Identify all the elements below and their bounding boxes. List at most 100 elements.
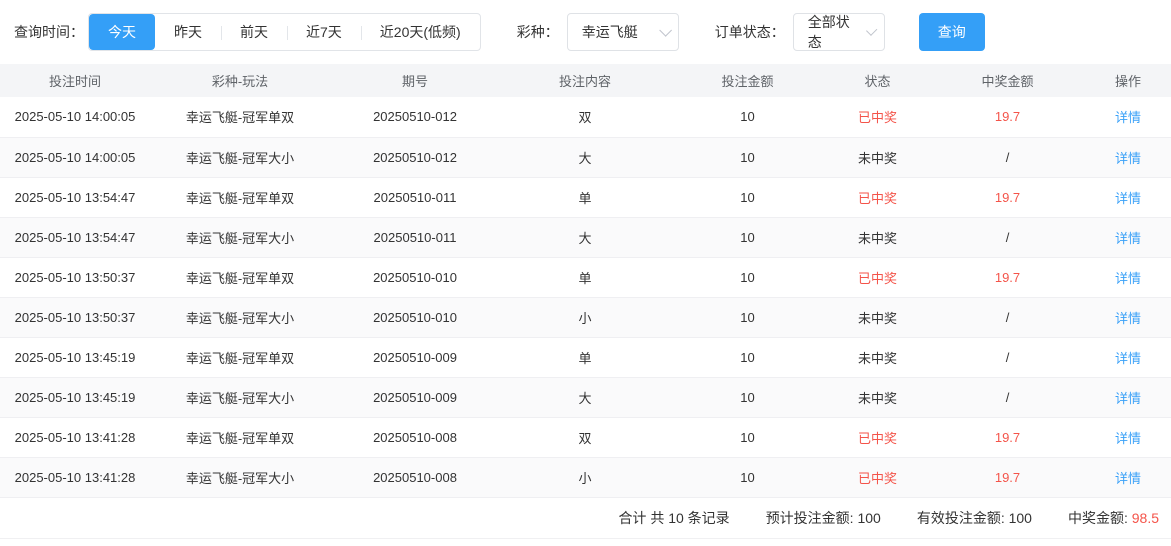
cell-bet-content: 单 xyxy=(500,257,670,298)
cell-status: 未中奖 xyxy=(825,297,930,338)
cell-bet-time: 2025-05-10 13:41:28 xyxy=(0,457,150,498)
detail-link[interactable]: 详情 xyxy=(1115,231,1141,246)
cell-status: 未中奖 xyxy=(825,377,930,418)
cell-status: 已中奖 xyxy=(825,177,930,218)
cell-issue-number: 20250510-009 xyxy=(330,337,500,378)
cell-bet-time: 2025-05-10 13:50:37 xyxy=(0,257,150,298)
table-row: 2025-05-10 13:50:37 幸运飞艇-冠军大小 20250510-010… xyxy=(0,297,1171,338)
table-row: 2025-05-10 14:00:05 幸运飞艇-冠军单双 20250510-012… xyxy=(0,97,1171,138)
expected-bet-label: 预计投注金额: xyxy=(765,509,854,526)
cell-lottery-play: 幸运飞艇-冠军大小 xyxy=(150,457,330,498)
cell-bet-time: 2025-05-10 13:54:47 xyxy=(0,177,150,218)
column-header: 彩种-玩法 xyxy=(150,64,330,97)
chevron-down-icon xyxy=(866,24,878,36)
time-filter-option[interactable]: 前天 xyxy=(221,14,287,50)
cell-status: 已中奖 xyxy=(825,257,930,298)
cell-action: 详情 xyxy=(1085,297,1171,338)
detail-link[interactable]: 详情 xyxy=(1115,391,1141,406)
cell-prize-amount: / xyxy=(930,377,1085,418)
cell-lottery-play: 幸运飞艇-冠军大小 xyxy=(150,377,330,418)
table-row: 2025-05-10 13:45:19 幸运飞艇-冠军单双 20250510-009… xyxy=(0,337,1171,378)
column-header: 投注金额 xyxy=(670,64,825,97)
cell-bet-amount: 10 xyxy=(670,377,825,418)
lottery-type-select[interactable]: 幸运飞艇 xyxy=(566,13,679,51)
column-header: 操作 xyxy=(1085,64,1171,97)
valid-bet-amount: 有效投注金额: 100 xyxy=(917,508,1032,528)
lottery-type-label: 彩种： xyxy=(516,24,559,40)
column-header: 中奖金额 xyxy=(930,64,1085,97)
cell-bet-amount: 10 xyxy=(670,457,825,498)
cell-prize-amount: / xyxy=(930,337,1085,378)
time-filter-option[interactable]: 近20天(低频) xyxy=(360,14,480,50)
cell-bet-content: 单 xyxy=(500,337,670,378)
cell-issue-number: 20250510-012 xyxy=(330,97,500,138)
cell-status: 已中奖 xyxy=(825,417,930,458)
cell-prize-amount: 19.7 xyxy=(930,457,1085,498)
cell-prize-amount: 19.7 xyxy=(930,417,1085,458)
order-status-value: 全部状态 xyxy=(807,14,850,50)
detail-link[interactable]: 详情 xyxy=(1115,311,1141,326)
column-header: 投注时间 xyxy=(0,64,150,97)
cell-status: 未中奖 xyxy=(825,217,930,258)
cell-bet-time: 2025-05-10 14:00:05 xyxy=(0,97,150,138)
table-header: 投注时间 彩种-玩法 期号 投注内容 投注金额 状态 中奖金额 操作 xyxy=(0,64,1171,97)
chevron-down-icon xyxy=(658,23,672,37)
cell-prize-amount: / xyxy=(930,217,1085,258)
detail-link[interactable]: 详情 xyxy=(1115,351,1141,366)
cell-issue-number: 20250510-011 xyxy=(330,177,500,218)
order-status-label: 订单状态： xyxy=(714,24,785,40)
cell-issue-number: 20250510-010 xyxy=(330,257,500,298)
cell-bet-content: 大 xyxy=(500,377,670,418)
cell-prize-amount: 19.7 xyxy=(930,177,1085,218)
cell-issue-number: 20250510-008 xyxy=(330,457,500,498)
cell-bet-time: 2025-05-10 13:45:19 xyxy=(0,377,150,418)
cell-bet-amount: 10 xyxy=(670,257,825,298)
detail-link[interactable]: 详情 xyxy=(1115,431,1141,446)
cell-lottery-play: 幸运飞艇-冠军单双 xyxy=(150,177,330,218)
cell-bet-time: 2025-05-10 14:00:05 xyxy=(0,137,150,178)
lottery-type-value: 幸运飞艇 xyxy=(581,24,638,40)
column-header: 状态 xyxy=(825,64,930,97)
table-row: 2025-05-10 13:54:47 幸运飞艇-冠军单双 20250510-011… xyxy=(0,177,1171,218)
detail-link[interactable]: 详情 xyxy=(1115,110,1141,125)
cell-bet-content: 小 xyxy=(500,457,670,498)
order-status-select[interactable]: 全部状态 xyxy=(792,13,885,51)
cell-lottery-play: 幸运飞艇-冠军单双 xyxy=(150,257,330,298)
table-row: 2025-05-10 13:45:19 幸运飞艇-冠军大小 20250510-009… xyxy=(0,377,1171,418)
detail-link[interactable]: 详情 xyxy=(1115,191,1141,206)
cell-action: 详情 xyxy=(1085,457,1171,498)
cell-status: 已中奖 xyxy=(825,457,930,498)
cell-bet-amount: 10 xyxy=(670,297,825,338)
cell-bet-content: 单 xyxy=(500,177,670,218)
table-row: 2025-05-10 14:00:05 幸运飞艇-冠军大小 20250510-012… xyxy=(0,137,1171,178)
time-filter-group: 今天 昨天 前天 近7天 近20天(低频) xyxy=(88,13,481,51)
cell-action: 详情 xyxy=(1085,377,1171,418)
cell-bet-content: 双 xyxy=(500,417,670,458)
detail-link[interactable]: 详情 xyxy=(1115,151,1141,166)
total-prize-label: 中奖金额: xyxy=(1067,509,1128,526)
query-button[interactable]: 查询 xyxy=(918,13,985,51)
cell-bet-amount: 10 xyxy=(670,337,825,378)
time-filter-option[interactable]: 今天 xyxy=(89,14,155,50)
valid-bet-value: 100 xyxy=(1008,509,1032,526)
cell-bet-time: 2025-05-10 13:50:37 xyxy=(0,297,150,338)
cell-action: 详情 xyxy=(1085,217,1171,258)
summary-bar: 合计 共 10 条记录 预计投注金额: 100 有效投注金额: 100 中奖金额… xyxy=(0,497,1171,539)
detail-link[interactable]: 详情 xyxy=(1115,271,1141,286)
cell-prize-amount: 19.7 xyxy=(930,257,1085,298)
cell-bet-amount: 10 xyxy=(670,97,825,138)
cell-issue-number: 20250510-011 xyxy=(330,217,500,258)
cell-lottery-play: 幸运飞艇-冠军单双 xyxy=(150,97,330,138)
cell-bet-time: 2025-05-10 13:54:47 xyxy=(0,217,150,258)
cell-bet-content: 双 xyxy=(500,97,670,138)
time-filter-option[interactable]: 昨天 xyxy=(155,14,221,50)
table-row: 2025-05-10 13:41:28 幸运飞艇-冠军大小 20250510-008… xyxy=(0,457,1171,498)
detail-link[interactable]: 详情 xyxy=(1115,471,1141,486)
cell-action: 详情 xyxy=(1085,137,1171,178)
column-header: 投注内容 xyxy=(500,64,670,97)
time-filter-option[interactable]: 近7天 xyxy=(287,14,361,50)
total-prize-value: 98.5 xyxy=(1131,509,1159,526)
cell-status: 未中奖 xyxy=(825,337,930,378)
cell-status: 未中奖 xyxy=(825,137,930,178)
cell-action: 详情 xyxy=(1085,97,1171,138)
